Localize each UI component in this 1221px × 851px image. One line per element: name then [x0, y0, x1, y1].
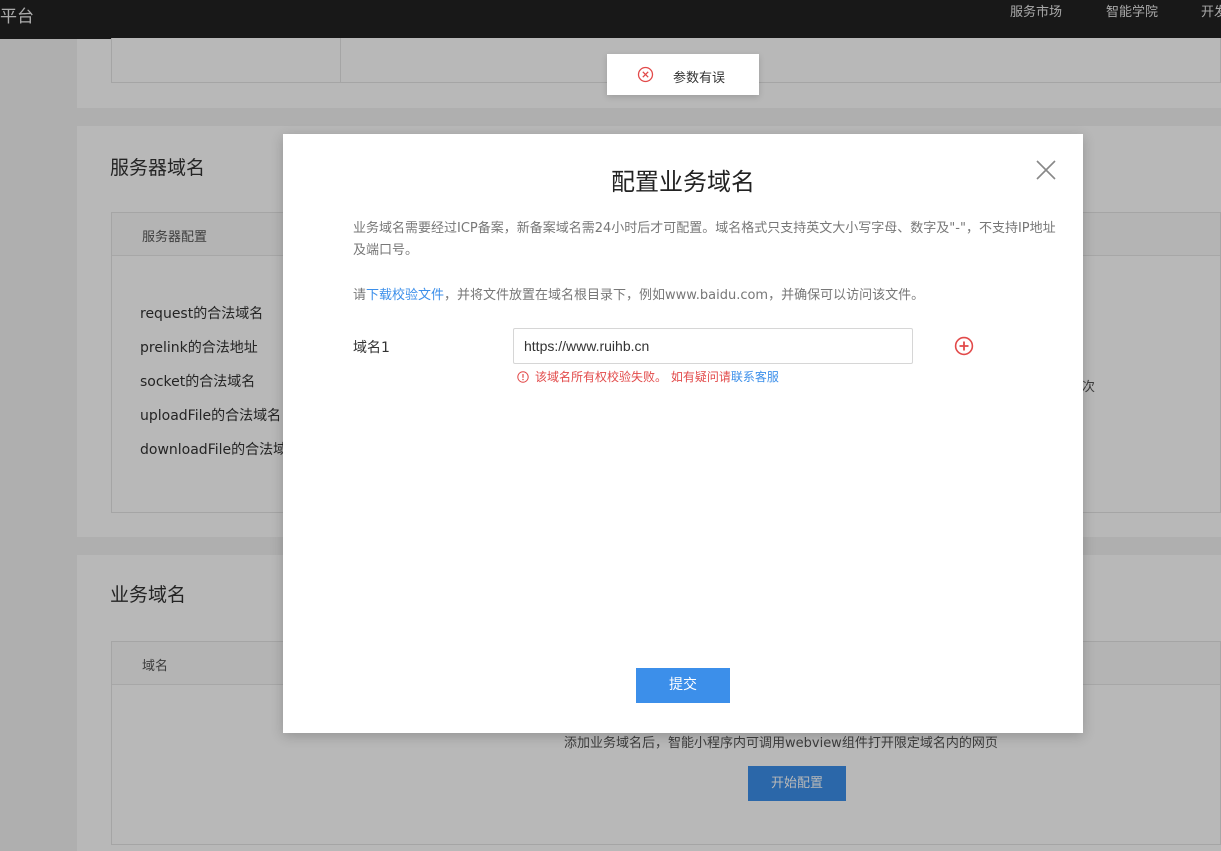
domain-error-message: 该域名所有权校验失败。 如有疑问请联系客服	[517, 368, 779, 385]
close-icon[interactable]	[1035, 159, 1057, 181]
config-business-domain-modal: 配置业务域名 业务域名需要经过ICP备案，新备案域名需24小时后才可配置。域名格…	[283, 134, 1083, 733]
submit-button[interactable]: 提交	[636, 668, 730, 703]
add-domain-plus-icon[interactable]	[954, 336, 974, 356]
hint-suffix: ，并将文件放置在域名根目录下，例如www.baidu.com，并确保可以访问该文…	[444, 288, 925, 303]
download-hint: 请下载校验文件，并将文件放置在域名根目录下，例如www.baidu.com，并确…	[353, 284, 924, 303]
error-circle-icon	[637, 66, 654, 83]
contact-support-link[interactable]: 联系客服	[731, 370, 779, 384]
error-toast: 参数有误	[607, 54, 759, 95]
download-verify-file-link[interactable]: 下载校验文件	[366, 288, 444, 303]
modal-description: 业务域名需要经过ICP备案，新备案域名需24小时后才可配置。域名格式只支持英文大…	[353, 221, 1056, 258]
toast-message: 参数有误	[673, 71, 726, 86]
domain-field-label: 域名1	[353, 340, 390, 356]
error-text: 该域名所有权校验失败。 如有疑问请	[535, 370, 731, 384]
hint-prefix: 请	[353, 288, 367, 303]
domain-input[interactable]	[513, 328, 913, 364]
modal-title: 配置业务域名	[611, 168, 755, 196]
warning-circle-icon	[517, 371, 529, 383]
